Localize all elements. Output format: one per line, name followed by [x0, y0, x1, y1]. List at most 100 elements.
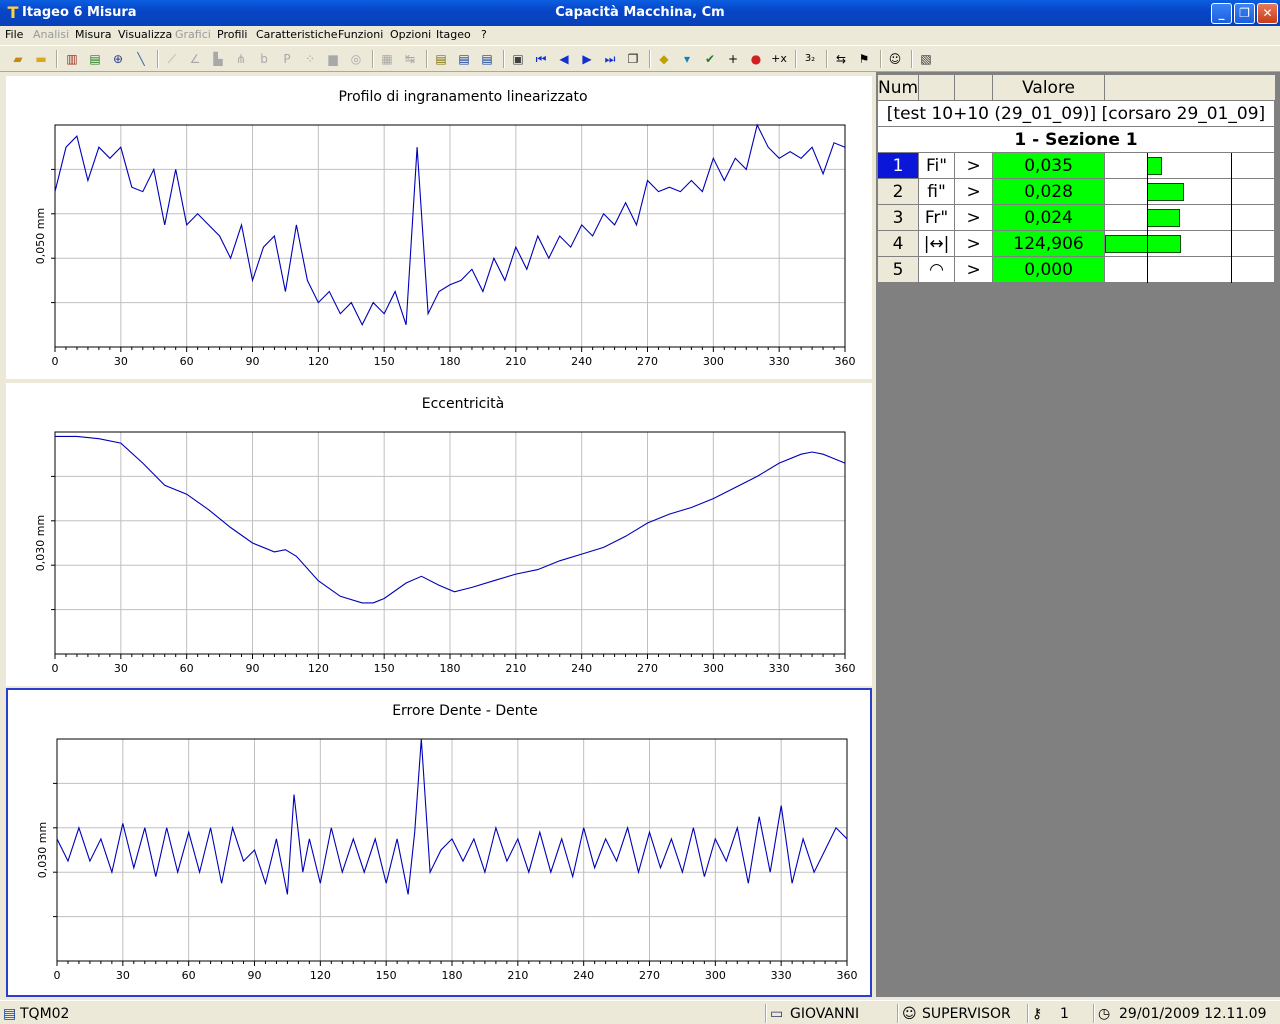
note-icon[interactable]: ▤	[432, 50, 450, 68]
prev-icon[interactable]: ◀	[555, 50, 573, 68]
x-tick-label: 60	[180, 355, 194, 368]
close-icon: ✕	[1262, 6, 1273, 20]
folder-icon[interactable]: ▬	[32, 50, 50, 68]
next-icon[interactable]: ▶	[578, 50, 596, 68]
header-num[interactable]: Num	[876, 74, 920, 101]
x-tick-label: 240	[571, 355, 592, 368]
chart-bars-icon[interactable]: ▥	[63, 50, 81, 68]
row-bar-cell	[1104, 256, 1275, 283]
last-icon[interactable]: ⏭	[601, 50, 619, 68]
status-bar: ▤ TQM02 ▭ GIOVANNI ☺ SUPERVISOR ⚷ 1 ◷ 29…	[0, 1000, 1280, 1024]
menu-profili[interactable]: Profili	[217, 28, 248, 41]
toolbar: ▰ ▬ ▥ ▤ ⊕ ╲ ⟋ ∠ ▙ ⋔ b P ⁘ ▆ ◎ ▦ ↹ ▤ ▤ ▤ …	[0, 45, 1280, 72]
report2-icon[interactable]: ▤	[478, 50, 496, 68]
menu-file[interactable]: File	[5, 28, 23, 41]
value-bar	[1147, 183, 1185, 201]
table-row[interactable]: 2 fi" >0,028	[876, 178, 1275, 205]
header-valore[interactable]: Valore	[992, 74, 1106, 101]
slope-icon: ∠	[189, 52, 201, 66]
check-icon[interactable]: ✔	[701, 50, 719, 68]
report-icon[interactable]: ▤	[455, 50, 473, 68]
x-tick-label: 270	[637, 662, 658, 675]
table-row[interactable]: 3 Fr" >0,024	[876, 204, 1275, 231]
flag-icon[interactable]: ⚑	[855, 50, 873, 68]
tooth-error-chart-panel[interactable]: Errore Dente - Dente 0,030 mm 0 30 60 90 120 15…	[6, 688, 872, 997]
database-icon: ▤	[3, 1006, 17, 1022]
charts-area: Profilo di ingranamento linearizzato 0,05…	[0, 72, 874, 997]
target-icon[interactable]: ⊕	[109, 50, 127, 68]
header-bar[interactable]	[1104, 74, 1275, 101]
copy-icon[interactable]: ❐	[624, 50, 642, 68]
clock-icon: ◷	[1098, 1006, 1111, 1022]
doc-chart-icon: ▦	[381, 52, 393, 66]
arrows-icon[interactable]: ⇆	[832, 50, 850, 68]
menu-analisi: Analisi	[33, 28, 70, 41]
menu-opzioni[interactable]: Opzioni	[390, 28, 431, 41]
menu-misura[interactable]: Misura	[75, 28, 112, 41]
row-num[interactable]: 1	[876, 152, 920, 179]
menu-visualizza[interactable]: Visualizza	[118, 28, 172, 41]
x-tick-label: 360	[837, 969, 858, 982]
menu-help[interactable]: ?	[481, 28, 487, 41]
row-value: 0,028	[992, 178, 1106, 205]
header-symbol[interactable]	[918, 74, 956, 101]
record-icon[interactable]: ●	[747, 50, 765, 68]
cup-icon[interactable]: ▾	[678, 50, 696, 68]
color-bars-icon[interactable]: ▤	[86, 50, 104, 68]
probe-icon[interactable]: ╲	[132, 50, 150, 68]
menu-caratteristiche[interactable]: Caratteristiche	[256, 28, 338, 41]
digits-icon[interactable]: 3₂	[801, 50, 819, 68]
row-bar-cell	[1104, 230, 1275, 257]
row-bar-cell	[1104, 204, 1275, 231]
table-row[interactable]: 4 |↔| >124,906	[876, 230, 1275, 257]
table-row[interactable]: 1 Fi" >0,035	[876, 152, 1275, 179]
row-num[interactable]: 2	[876, 178, 920, 205]
table-header: Num Valore	[876, 74, 1275, 101]
x-tick-label: 270	[637, 355, 658, 368]
crosshair-icon[interactable]: +	[724, 50, 742, 68]
key-icon: ⚷	[1032, 1006, 1043, 1022]
x-tick-label: 210	[505, 355, 526, 368]
row-operator: >	[954, 178, 994, 205]
header-op[interactable]	[954, 74, 994, 101]
x-tick-label: 0	[52, 662, 59, 675]
table-row[interactable]: 5 ◠ >0,000	[876, 256, 1275, 283]
x-tick-label: 270	[639, 969, 660, 982]
x-tick-label: 0	[54, 969, 61, 982]
row-num[interactable]: 5	[876, 256, 920, 283]
row-symbol: Fr"	[918, 204, 956, 231]
first-icon[interactable]: ⏮	[532, 50, 550, 68]
profile-chart-panel[interactable]: Profilo di ingranamento linearizzato 0,05…	[6, 76, 872, 379]
minimize-button[interactable]: _	[1211, 3, 1232, 24]
row-symbol: Fi"	[918, 152, 956, 179]
scatter-icon: ⁘	[304, 52, 316, 66]
settings-icon[interactable]: ▧	[917, 50, 935, 68]
menu-grafici: Grafici	[175, 28, 211, 41]
results-panel: Num Valore [test 10+10 (29_01_09)] [cors…	[876, 72, 1280, 997]
menu-bar: File Analisi Misura Visualizza Grafici P…	[0, 26, 1280, 45]
warning-icon[interactable]: ◆	[655, 50, 673, 68]
menu-funzioni[interactable]: Funzioni	[338, 28, 383, 41]
window-title: Capacità Macchina, Cm	[555, 5, 725, 20]
restore-button[interactable]: ❐	[1234, 3, 1255, 24]
row-num[interactable]: 4	[876, 230, 920, 257]
print-icon[interactable]: ▣	[509, 50, 527, 68]
open-folder-icon[interactable]: ▰	[9, 50, 27, 68]
eccentricity-chart-svg: Eccentricità 0,030 mm 0 30 60 90 120 150 180 210 2…	[34, 396, 856, 675]
row-num[interactable]: 3	[876, 204, 920, 231]
x-tick-label: 240	[571, 662, 592, 675]
x-tick-label: 180	[442, 969, 463, 982]
status-db: TQM02	[20, 1006, 70, 1022]
plus-x-icon[interactable]: +x	[770, 50, 788, 68]
section-title: 1 - Sezione 1	[877, 126, 1275, 153]
row-symbol: fi"	[918, 178, 956, 205]
computer-icon: ▭	[770, 1006, 784, 1022]
close-button[interactable]: ✕	[1257, 3, 1278, 24]
span-icon: ↹	[404, 52, 416, 66]
row-bar-cell	[1104, 178, 1275, 205]
menu-itageo[interactable]: Itageo	[436, 28, 471, 41]
user-icon[interactable]: ☺	[886, 50, 904, 68]
eccentricity-chart-panel[interactable]: Eccentricità 0,030 mm 0 30 60 90 120 150 180 210 2…	[6, 383, 872, 686]
tree-icon: ⋔	[235, 52, 247, 66]
row-value: 124,906	[992, 230, 1106, 257]
